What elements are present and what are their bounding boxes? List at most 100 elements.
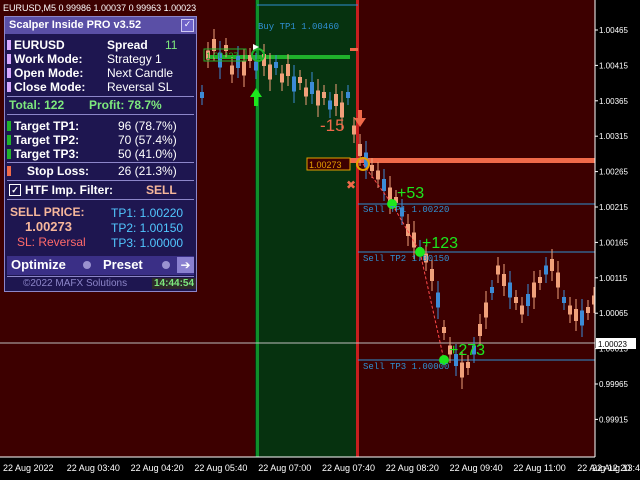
- close-mode-value[interactable]: Reversal SL: [107, 80, 172, 94]
- row-tag: [7, 166, 11, 176]
- sl-reversal-text: SL: Reversal: [17, 235, 86, 249]
- sell-tp1-label: Sell TP1 1.00220: [363, 205, 449, 215]
- preset-button[interactable]: Preset: [103, 257, 143, 272]
- symbol-info: EURUSD,M5 0.99986 1.00037 0.99963 1.0002…: [3, 3, 197, 13]
- chart-window: ✖ 1.00427 1.00273 Buy TP1 1.00460 Sell T…: [0, 0, 640, 480]
- open-mode-row: Open Mode: Next Candle: [5, 66, 196, 80]
- sell-price-value: 1.00273: [25, 219, 72, 234]
- time-tick-label: 22 Aug 11:00: [513, 463, 565, 473]
- next-arrow-button[interactable]: ➔: [177, 257, 194, 273]
- time-tick-label: 22 Aug 07:40: [322, 463, 375, 473]
- candle-body: [254, 61, 258, 71]
- candle-body: [406, 224, 410, 236]
- sl-value: 26 (21.3%): [118, 164, 177, 178]
- candle-body: [376, 170, 380, 180]
- candle-body: [346, 92, 350, 98]
- candle-body: [334, 94, 338, 106]
- candle-body: [514, 297, 518, 303]
- candle-body: [568, 305, 572, 315]
- current-price-label: 1.00023: [598, 340, 627, 349]
- candle-body: [304, 87, 308, 97]
- row-tag: [7, 54, 11, 64]
- candle-body: [286, 64, 290, 76]
- row-tag: [7, 135, 11, 145]
- divider: [7, 114, 194, 115]
- candle-body: [328, 100, 332, 110]
- time-tick-label: 22 Aug 2022: [3, 463, 54, 473]
- candle-body: [586, 307, 590, 313]
- candle-body: [484, 302, 488, 318]
- candle-body: [502, 274, 506, 286]
- candle-body: [352, 125, 356, 135]
- symbol-row: EURUSD Spread 11: [5, 38, 196, 52]
- dot-icon: [83, 261, 91, 269]
- sell-price-label: SELL PRICE:: [10, 205, 85, 219]
- candle-body: [496, 265, 500, 275]
- tp3-price-text: TP3: 1.00000: [111, 236, 184, 250]
- candle-body: [358, 144, 362, 156]
- candle-body: [370, 165, 374, 171]
- price-tick-label: 1.00315: [599, 132, 628, 141]
- time-tick-label: 22 Aug 09:40: [450, 463, 503, 473]
- candle-body: [550, 259, 554, 271]
- candle-body: [274, 62, 278, 68]
- price-tick-label: 1.00465: [599, 26, 628, 35]
- open-mode-value[interactable]: Next Candle: [107, 66, 173, 80]
- candle-body: [292, 76, 296, 92]
- candle-body: [556, 272, 560, 288]
- divider: [7, 96, 194, 97]
- tp2-price-text: TP2: 1.00150: [111, 221, 184, 235]
- work-mode-value[interactable]: Strategy 1: [107, 52, 162, 66]
- sell-entry-bar: [350, 158, 595, 163]
- candle-body: [562, 297, 566, 303]
- optimize-button[interactable]: Optimize: [11, 257, 66, 272]
- time-tick-label: 22 Aug 13:40: [592, 463, 640, 473]
- htf-label: HTF Imp. Filter:: [25, 183, 113, 197]
- work-mode-row: Work Mode: Strategy 1: [5, 52, 196, 66]
- gain3-label: +273: [449, 342, 485, 359]
- panel-check-button[interactable]: ✓: [181, 19, 194, 32]
- buy-entry-label: 1.00427: [206, 51, 239, 61]
- panel-title[interactable]: Scalper Inside PRO v3.52: [5, 17, 196, 34]
- htf-value: SELL: [146, 183, 177, 197]
- htf-row[interactable]: ✓ HTF Imp. Filter: SELL: [5, 183, 196, 197]
- candle-body: [466, 362, 470, 368]
- candle-body: [242, 60, 246, 76]
- sell-tp2-label: Sell TP2 1.00150: [363, 254, 449, 264]
- tp1-price-text: TP1: 1.00220: [111, 206, 184, 220]
- dot-icon: [162, 261, 170, 269]
- tp3-value: 50 (41.0%): [118, 147, 177, 161]
- time-tick-label: 22 Aug 08:20: [386, 463, 439, 473]
- clock-text: 14:44:54: [152, 278, 197, 289]
- buy-tp1-label: Buy TP1 1.00460: [258, 22, 339, 32]
- candle-body: [490, 287, 494, 293]
- close-mode-label: Close Mode:: [14, 80, 86, 94]
- divider: [7, 276, 194, 277]
- copyright-text: ©2022 MAFX Solutions: [23, 278, 128, 289]
- candle-body: [508, 282, 512, 298]
- stop-cross-icon: ✖: [346, 178, 356, 192]
- row-tag: [7, 82, 11, 92]
- scalper-panel[interactable]: Scalper Inside PRO v3.52 ✓ EURUSD Spread…: [4, 16, 197, 292]
- row-tag: [7, 121, 11, 131]
- candle-body: [200, 92, 204, 98]
- candle-body: [230, 65, 234, 75]
- candle-body: [280, 73, 284, 83]
- price-tick-label: 1.00215: [599, 203, 628, 212]
- tp1-label: Target TP1:: [14, 119, 80, 133]
- row-tag: [7, 68, 11, 78]
- htf-checkbox[interactable]: ✓: [9, 184, 21, 196]
- tp2-value: 70 (57.4%): [118, 133, 177, 147]
- price-tick-label: 1.00265: [599, 168, 628, 177]
- candle-body: [544, 265, 548, 275]
- price-tick-label: 0.99965: [599, 380, 628, 389]
- tp2-label: Target TP2:: [14, 133, 80, 147]
- sl-row: Stop Loss: 26 (21.3%): [5, 164, 196, 178]
- candle-body: [520, 305, 524, 315]
- sell-marker: [350, 48, 358, 51]
- tp3-row: Target TP3: 50 (41.0%): [5, 147, 196, 161]
- tp2-row: Target TP2: 70 (57.4%): [5, 133, 196, 147]
- loss-label: -15: [320, 116, 345, 135]
- candle-body: [478, 324, 482, 336]
- close-mode-row: Close Mode: Reversal SL: [5, 80, 196, 94]
